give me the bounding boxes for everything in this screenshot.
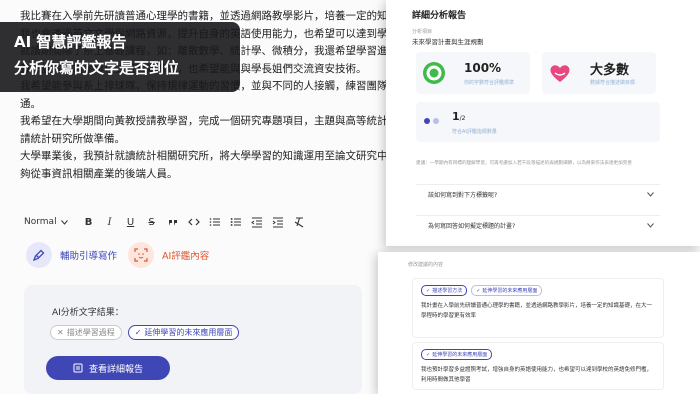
heart-icon xyxy=(548,61,572,85)
report-title: 詳細分析報告 xyxy=(412,11,467,21)
chip: ✓ 描述學習方法 xyxy=(421,285,468,296)
check-icon: ✓ xyxy=(134,328,142,337)
chevron-down-icon xyxy=(647,223,654,228)
outdent-button[interactable] xyxy=(250,216,263,228)
tag-label: 延伸學習的未來應用層面 xyxy=(144,328,233,337)
section-title: 未來學習計畫與生涯規劃 xyxy=(412,38,484,46)
italic-button[interactable]: I xyxy=(104,216,116,228)
data-match-value: 大多數 xyxy=(590,63,630,78)
doc-line: 大學畢業後，我預計就讀統計相關研究所，將大學學習的知識運用至論文研究中，讓我能 xyxy=(20,150,400,162)
tag-learning-process[interactable]: ✕ 描述學習過程 xyxy=(50,325,122,340)
suggestion-text: 我計畫在入學前先研讀普通心理學的書籍，並透過網路教學影片，培養一定的知識基礎，在… xyxy=(421,303,653,319)
assist-writing-label: 輔助引導寫作 xyxy=(60,251,118,262)
indicator-count-stat: 1/2 符合AI評鑑指標數量 xyxy=(416,102,660,142)
result-label: AI分析文字結果： xyxy=(52,308,124,318)
ai-evaluate-button[interactable]: AI評鑑內容 xyxy=(128,242,209,268)
ai-evaluate-label: AI評鑑內容 xyxy=(162,251,210,262)
word-count-caption: 你的字數符合評鑑標準 xyxy=(464,80,515,86)
quote-icon xyxy=(168,220,177,226)
indent-icon xyxy=(272,217,283,228)
data-match-stat: 大多數 數據符合描述做目標 xyxy=(542,52,656,94)
bullet-list-button[interactable] xyxy=(230,216,242,228)
word-count-value: 100% xyxy=(464,61,502,75)
ordered-list-button[interactable] xyxy=(209,216,221,228)
bold-button[interactable]: B xyxy=(83,216,95,228)
doc-line: 夠從事資訊相關產業的後端人員。 xyxy=(20,167,178,180)
banner-title: AI 智慧評鑑報告 xyxy=(14,33,127,51)
chip: ✓ 延伸學習的未來應用層面 xyxy=(471,285,543,296)
data-match-caption: 數據符合描述做目標 xyxy=(590,80,636,86)
chip: ✓ 延伸學習的未來應用層面 xyxy=(421,349,493,360)
faq-question: 為何寫回答如何擬定標題的計畫? xyxy=(428,223,516,230)
tag-label: 描述學習過程 xyxy=(66,328,115,337)
assist-writing-button[interactable]: 輔助引導寫作 xyxy=(26,242,117,268)
suggestion-card: ✓ 延伸學習的未來應用層面 我也預計學習多益證照考試，增強自身的英語使用能力，也希… xyxy=(412,342,664,390)
view-report-button[interactable]: 查看詳細報告 xyxy=(46,356,170,380)
indicator-dots xyxy=(424,118,439,124)
banner-subtitle: 分析你寫的文字是否到位 xyxy=(14,59,180,77)
suggestion-hint: 建議：一學期內有目標的理解學習，可再考慮加入若干段落描述的與規劃細節，以為將來作… xyxy=(416,161,632,166)
check-icon: ✓ xyxy=(476,287,481,294)
word-count-stat: 100% 你的字數符合評鑑標準 xyxy=(416,52,530,94)
section-label: 分析項目 xyxy=(412,29,433,35)
suggestion-text: 我也預計學習多益證照考試，增強自身的英語使用能力，也希望可以達到學校的英語免修門… xyxy=(421,367,653,383)
paragraph-style-select[interactable]: Normal xyxy=(24,217,68,227)
indent-button[interactable] xyxy=(272,216,284,228)
check-icon: ✓ xyxy=(426,351,431,358)
doc-line: 通。 xyxy=(20,97,41,110)
result-tags: ✕ 描述學習過程 ✓ 延伸學習的未來應用層面 xyxy=(50,325,240,340)
style-label: Normal xyxy=(24,217,57,227)
suggestions-label: 修改建議的內容 xyxy=(408,262,444,268)
code-button[interactable] xyxy=(187,216,200,228)
indicator-caption: 符合AI評鑑指標數量 xyxy=(452,129,497,135)
quote-button[interactable] xyxy=(167,216,179,228)
title-banner: AI 智慧評鑑報告 分析你寫的文字是否到位 xyxy=(0,22,240,92)
clear-format-icon xyxy=(294,217,303,228)
underline-button[interactable]: U xyxy=(125,216,137,228)
faq-item[interactable]: 該如何寫到對下方標籤呢? xyxy=(416,184,660,204)
faq-question: 該如何寫到對下方標籤呢? xyxy=(428,192,498,199)
bullet-list-icon xyxy=(230,218,241,226)
doc-line: 請統計研究所做準備。 xyxy=(20,132,125,145)
detailed-report-panel: 詳細分析報告 分析項目 未來學習計畫與生涯規劃 100% 你的字數符合評鑑標準 … xyxy=(386,0,700,246)
doc-line: 我希望在大學期間向黃教授請教學習，完成一個研究專題項目，主題與高等統計相關，並 xyxy=(20,115,400,127)
cross-icon: ✕ xyxy=(57,328,64,337)
strikethrough-button[interactable]: S xyxy=(146,216,158,228)
check-icon: ✓ xyxy=(426,287,431,294)
code-icon xyxy=(187,218,200,226)
tag-future-application[interactable]: ✓ 延伸學習的未來應用層面 xyxy=(127,325,240,340)
faq-item[interactable]: 為何寫回答如何擬定標題的計畫? xyxy=(416,215,660,235)
face-scan-icon xyxy=(128,242,154,268)
outdent-icon xyxy=(250,217,262,228)
indicator-value: 1/2 xyxy=(452,110,466,123)
ordered-list-icon xyxy=(209,218,220,226)
chevron-down-icon xyxy=(60,219,68,225)
format-toolbar: Normal B I U S xyxy=(24,214,305,230)
clear-format-button[interactable] xyxy=(293,216,305,228)
suggestion-card: ✓ 描述學習方法 ✓ 延伸學習的未來應用層面 我計畫在入學前先研讀普通心理學的書籍，… xyxy=(412,278,664,338)
ai-result-card: AI分析文字結果： ✕ 描述學習過程 ✓ 延伸學習的未來應用層面 查看詳細報告 xyxy=(24,285,362,394)
report-icon xyxy=(73,363,83,373)
pen-icon xyxy=(26,242,52,268)
target-icon xyxy=(422,61,446,85)
suggestions-panel: 修改建議的內容 ✓ 描述學習方法 ✓ 延伸學習的未來應用層面 我計畫在入學前先研讀普… xyxy=(378,252,700,394)
view-report-label: 查看詳細報告 xyxy=(88,364,143,375)
chevron-down-icon xyxy=(647,192,654,197)
